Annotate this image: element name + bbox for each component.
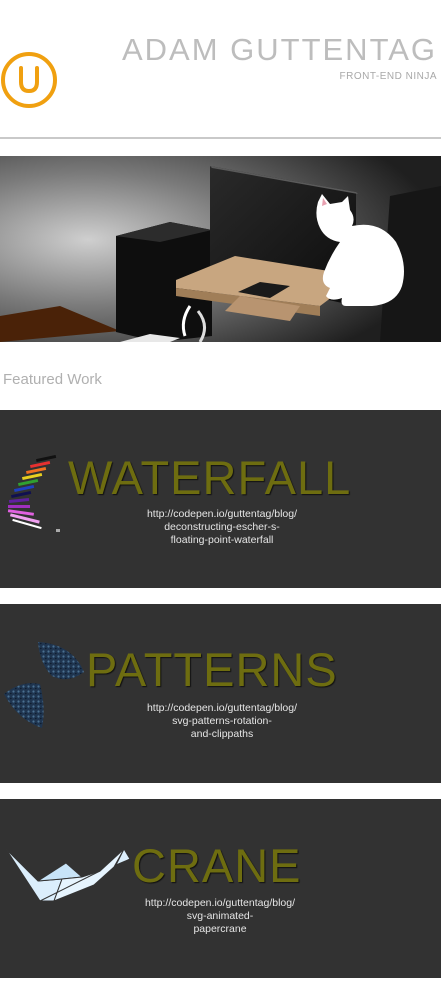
card-link-patterns[interactable]: http://codepen.io/guttentag/blog/ svg-pa… <box>122 702 322 741</box>
card-title-waterfall: WATERFALL <box>68 451 352 504</box>
header-divider <box>0 137 441 139</box>
card-link-line: http://codepen.io/guttentag/blog/ <box>146 508 298 520</box>
card-title-crane: CRANE <box>132 839 302 892</box>
u-logo-icon[interactable] <box>0 49 58 109</box>
site-header: ADAM GUTTENTAG FRONT-END NINJA <box>0 0 441 140</box>
card-link-line: deconstructing-escher-s- <box>164 521 280 533</box>
site-subtitle: FRONT-END NINJA <box>339 71 437 82</box>
card-title-patterns: PATTERNS <box>86 643 338 696</box>
card-link-line: floating-point-waterfall <box>170 534 274 546</box>
card-link-line: http://codepen.io/guttentag/blog/ <box>144 897 296 909</box>
card-link-crane[interactable]: http://codepen.io/guttentag/blog/ svg-an… <box>120 897 320 936</box>
card-link-line: svg-patterns-rotation- <box>172 715 272 727</box>
site-title: ADAM GUTTENTAG <box>121 32 437 67</box>
project-card-patterns[interactable]: PATTERNS http://codepen.io/guttentag/blo… <box>0 604 441 783</box>
featured-work-heading: Featured Work <box>3 371 102 388</box>
project-card-waterfall[interactable]: WATERFALL http://codepen.io/guttentag/bl… <box>0 410 441 588</box>
project-card-crane[interactable]: CRANE http://codepen.io/guttentag/blog/ … <box>0 799 441 978</box>
crane-icon <box>5 847 131 902</box>
card-link-line: svg-animated- <box>186 910 254 922</box>
patterns-icon <box>4 642 84 728</box>
waterfall-icon <box>7 455 60 532</box>
hero-image <box>0 156 441 342</box>
card-link-line: http://codepen.io/guttentag/blog/ <box>146 702 298 714</box>
card-link-line: papercrane <box>193 923 247 935</box>
card-link-waterfall[interactable]: http://codepen.io/guttentag/blog/ decons… <box>122 508 322 547</box>
card-link-line: and-clippaths <box>190 728 254 740</box>
